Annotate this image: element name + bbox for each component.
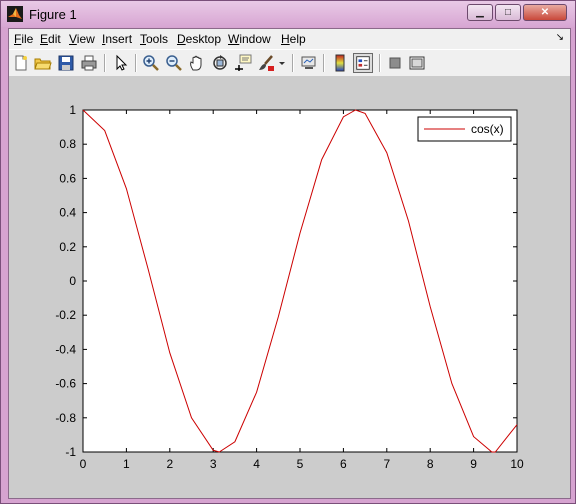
y-tick-label: 0.2 [59,240,76,254]
hide-plot-tools-icon[interactable] [386,54,404,72]
x-tick-label: 4 [253,457,260,471]
menu-edit[interactable]: Edit [40,32,61,46]
maximize-button[interactable]: □ [495,4,521,21]
y-tick-label: -1 [65,445,76,459]
toolbar-separator [104,54,106,72]
dock-arrow-icon[interactable]: ↘ [556,32,564,43]
client-area: File Edit View Insert Tools Desktop Wind… [8,28,571,499]
x-tick-label: 6 [340,457,347,471]
menu-file[interactable]: File [14,32,33,46]
colorbar-icon[interactable] [331,54,349,72]
y-tick-labels: -1 -0.8 -0.6 -0.4 -0.2 0 0.2 0.4 0.6 0.8 1 [55,103,76,459]
save-icon[interactable] [57,54,75,72]
y-tick-label: 0.8 [59,137,76,151]
toolbar-separator [135,54,137,72]
y-tick-label: 0.4 [59,206,76,220]
x-tick-label: 10 [510,457,524,471]
rotate-3d-icon[interactable] [211,54,229,72]
window-title: Figure 1 [29,7,77,22]
brush-icon[interactable] [257,54,275,72]
x-tick-label: 5 [297,457,304,471]
menu-insert[interactable]: Insert [102,32,132,46]
menu-tools[interactable]: Tools [140,32,168,46]
y-tick-label: 1 [69,103,76,117]
data-cursor-icon[interactable] [234,54,252,72]
open-file-icon[interactable] [34,54,52,72]
toolbar-separator [379,54,381,72]
figure-toolbar [9,49,570,77]
menu-desktop[interactable]: Desktop [177,32,221,46]
x-tick-label: 0 [80,457,87,471]
legend-label: cos(x) [471,122,504,136]
y-tick-label: -0.6 [55,377,76,391]
title-bar[interactable]: Figure 1 ▁ □ ✕ [1,1,575,27]
dropdown-arrow-icon[interactable] [278,54,286,72]
cosine-plot[interactable]: 0 1 2 3 4 5 6 7 8 9 10 -1 -0.8 -0.6 -0.4 -0.2 0 0.2 0.4 0.… [9,76,570,498]
menu-bar: File Edit View Insert Tools Desktop Wind… [9,29,570,49]
edit-plot-arrow-icon[interactable] [112,54,130,72]
minimize-button[interactable]: ▁ [467,4,493,21]
link-plot-icon[interactable] [300,54,318,72]
figure-window: Figure 1 ▁ □ ✕ File Edit View Insert Too… [0,0,576,504]
x-tick-labels: 0 1 2 3 4 5 6 7 8 9 10 [80,457,524,471]
y-tick-label: -0.2 [55,308,76,322]
x-tick-label: 1 [123,457,130,471]
toolbar-separator [323,54,325,72]
y-tick-label: 0.6 [59,171,76,185]
print-icon[interactable] [80,54,98,72]
legend[interactable]: cos(x) [417,116,512,142]
matlab-logo-icon [7,6,23,22]
x-tick-label: 7 [383,457,390,471]
new-figure-icon[interactable] [12,54,30,72]
menu-help[interactable]: Help [281,32,306,46]
close-button[interactable]: ✕ [523,4,567,21]
y-tick-label: 0 [69,274,76,288]
x-tick-label: 9 [470,457,477,471]
legend-icon[interactable] [353,53,373,73]
x-tick-label: 8 [427,457,434,471]
y-tick-label: -0.8 [55,411,76,425]
x-tick-label: 3 [210,457,217,471]
pan-hand-icon[interactable] [188,54,206,72]
toolbar-separator [292,54,294,72]
y-tick-label: -0.4 [55,342,76,356]
show-plot-tools-icon[interactable] [408,54,426,72]
menu-window[interactable]: Window [228,32,271,46]
zoom-in-icon[interactable] [142,54,160,72]
axes-background[interactable] [82,109,518,453]
figure-canvas: 0 1 2 3 4 5 6 7 8 9 10 -1 -0.8 -0.6 -0.4 -0.2 0 0.2 0.4 0.… [9,76,570,498]
menu-view[interactable]: View [69,32,95,46]
zoom-out-icon[interactable] [165,54,183,72]
x-tick-label: 2 [166,457,173,471]
